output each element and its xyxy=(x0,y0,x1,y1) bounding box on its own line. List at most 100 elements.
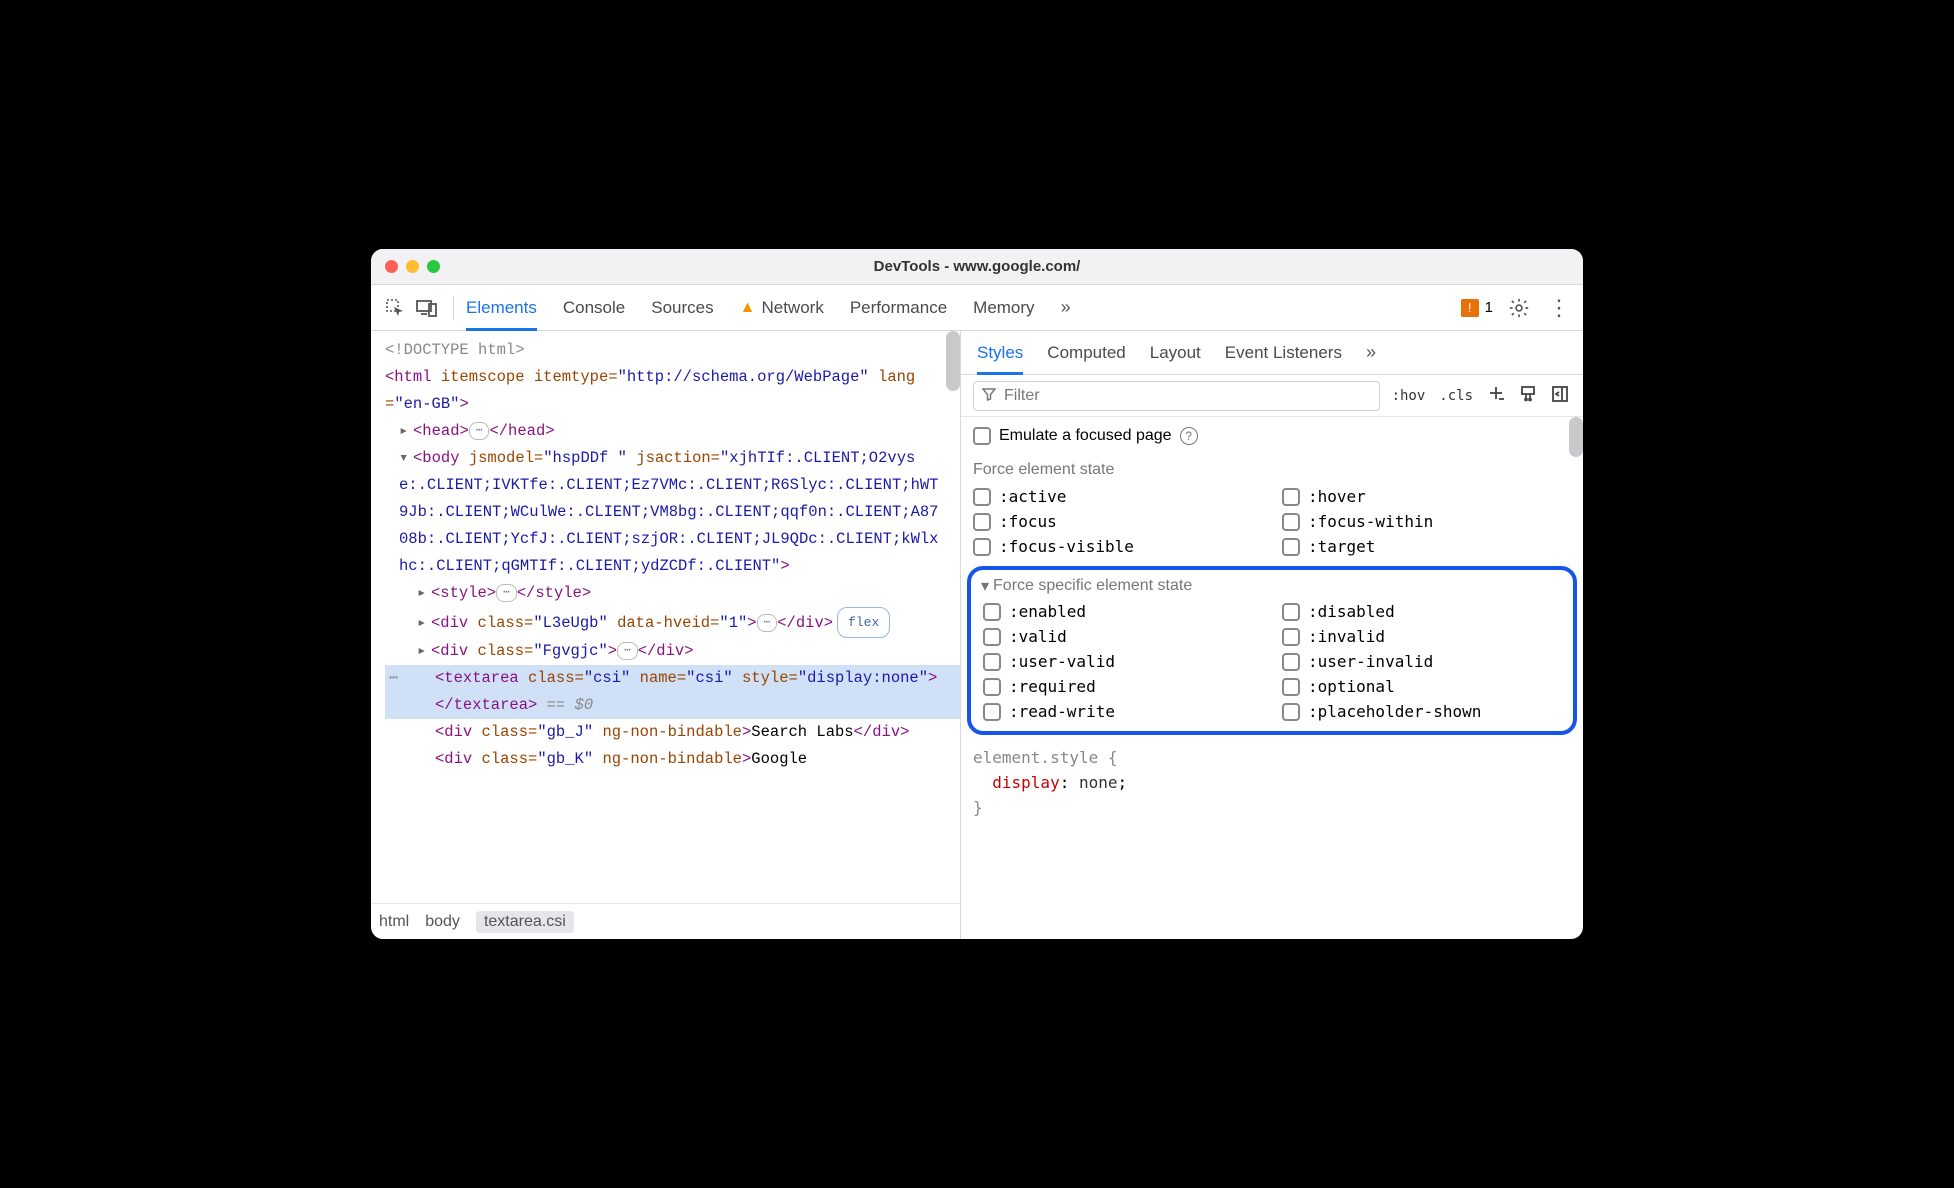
ellipsis-icon[interactable]: ⋯ xyxy=(469,422,490,440)
breadcrumb-item-active[interactable]: textarea.csi xyxy=(476,911,574,933)
main-tabs: Elements Console Sources ▲Network Perfor… xyxy=(466,285,1457,330)
window-title: DevTools - www.google.com/ xyxy=(371,258,1583,275)
selected-element-row[interactable]: ⋯ <textarea class="csi" name="csi" style… xyxy=(385,665,960,719)
emulate-focused-page-row: Emulate a focused page ? xyxy=(961,417,1583,451)
state-target: :target xyxy=(1282,537,1571,556)
element-style-rule[interactable]: element.style { display: none; } xyxy=(961,741,1583,824)
issues-badge[interactable]: ! 1 xyxy=(1461,299,1493,317)
styles-pane: Styles Computed Layout Event Listeners »… xyxy=(961,331,1583,939)
checkbox[interactable] xyxy=(983,653,1001,671)
filter-input[interactable]: Filter xyxy=(973,381,1380,411)
checkbox[interactable] xyxy=(973,513,991,531)
force-element-state-label: Force element state xyxy=(961,451,1583,483)
checkbox[interactable] xyxy=(1282,653,1300,671)
breadcrumb-item[interactable]: html xyxy=(379,913,409,931)
checkbox[interactable] xyxy=(973,538,991,556)
tab-performance[interactable]: Performance xyxy=(850,285,947,330)
ellipsis-icon[interactable]: ⋯ xyxy=(757,614,778,632)
tab-sources[interactable]: Sources xyxy=(651,285,713,330)
state-focus-within: :focus-within xyxy=(1282,512,1571,531)
hov-toggle[interactable]: :hov xyxy=(1390,386,1428,406)
checkbox[interactable] xyxy=(1282,678,1300,696)
doctype[interactable]: <!DOCTYPE html> xyxy=(385,337,960,364)
body-element[interactable]: ▾<body jsmodel="hspDDf " jsaction="xjhTI… xyxy=(385,445,960,580)
minimize-window-button[interactable] xyxy=(406,260,419,273)
breadcrumb-item[interactable]: body xyxy=(425,913,460,931)
style-element[interactable]: ▸<style>⋯</style> xyxy=(385,580,960,607)
tab-network[interactable]: ▲Network xyxy=(740,285,824,330)
help-icon[interactable]: ? xyxy=(1180,427,1198,445)
more-tabs[interactable]: » xyxy=(1061,297,1071,318)
expand-arrow-icon[interactable]: ▸ xyxy=(417,580,429,607)
cls-toggle[interactable]: .cls xyxy=(1437,386,1475,406)
new-style-rule-icon[interactable] xyxy=(1485,382,1507,410)
ellipsis-icon[interactable]: ⋯ xyxy=(617,642,638,660)
div-fgvgjc[interactable]: ▸<div class="Fgvgjc">⋯</div> xyxy=(385,638,960,665)
close-window-button[interactable] xyxy=(385,260,398,273)
toolbar-right: ! 1 ⋮ xyxy=(1461,294,1573,322)
devtools-window: DevTools - www.google.com/ Elements Cons… xyxy=(371,249,1583,939)
checkbox[interactable] xyxy=(1282,538,1300,556)
dom-tree[interactable]: <!DOCTYPE html> <html itemscope itemtype… xyxy=(371,331,960,903)
titlebar: DevTools - www.google.com/ xyxy=(371,249,1583,285)
issues-count: 1 xyxy=(1485,299,1493,316)
state-invalid: :invalid xyxy=(1282,627,1561,646)
row-actions-icon[interactable]: ⋯ xyxy=(385,665,398,692)
scrollbar[interactable] xyxy=(946,331,960,391)
expand-arrow-icon[interactable]: ▸ xyxy=(399,418,411,445)
state-read-write: :read-write xyxy=(983,702,1262,721)
force-specific-state-label[interactable]: ▾Force specific element state xyxy=(977,576,1567,600)
flex-badge[interactable]: flex xyxy=(837,607,890,638)
more-side-tabs[interactable]: » xyxy=(1366,342,1376,363)
ellipsis-icon[interactable]: ⋯ xyxy=(496,584,517,602)
settings-icon[interactable] xyxy=(1505,294,1533,322)
html-element[interactable]: <html itemscope itemtype="http://schema.… xyxy=(385,364,960,418)
div-gb-j[interactable]: <div class="gb_J" ng-non-bindable>Search… xyxy=(385,719,960,746)
tab-console[interactable]: Console xyxy=(563,285,625,330)
state-optional: :optional xyxy=(1282,677,1561,696)
checkbox[interactable] xyxy=(983,628,1001,646)
tab-elements[interactable]: Elements xyxy=(466,285,537,330)
side-tab-event-listeners[interactable]: Event Listeners xyxy=(1225,331,1342,374)
state-active: :active xyxy=(973,487,1262,506)
side-tab-styles[interactable]: Styles xyxy=(977,331,1023,374)
div-gb-k[interactable]: <div class="gb_K" ng-non-bindable>Google xyxy=(385,746,960,773)
tab-memory[interactable]: Memory xyxy=(973,285,1034,330)
collapse-arrow-icon: ▾ xyxy=(981,576,989,596)
expand-arrow-icon[interactable]: ▸ xyxy=(417,638,429,665)
styles-body: Emulate a focused page ? Force element s… xyxy=(961,417,1583,939)
expand-arrow-icon[interactable]: ▸ xyxy=(417,610,429,637)
checkbox[interactable] xyxy=(983,603,1001,621)
emulate-focused-page-checkbox[interactable] xyxy=(973,427,991,445)
kebab-menu-icon[interactable]: ⋮ xyxy=(1545,294,1573,322)
checkbox[interactable] xyxy=(983,703,1001,721)
collapse-arrow-icon[interactable]: ▾ xyxy=(399,445,411,472)
checkbox[interactable] xyxy=(1282,603,1300,621)
state-enabled: :enabled xyxy=(983,602,1262,621)
maximize-window-button[interactable] xyxy=(427,260,440,273)
computed-sidebar-toggle-icon[interactable] xyxy=(1549,383,1571,409)
checkbox[interactable] xyxy=(983,678,1001,696)
checkbox[interactable] xyxy=(1282,513,1300,531)
state-focus: :focus xyxy=(973,512,1262,531)
force-state-grid: :active :hover :focus :focus-within :foc… xyxy=(961,483,1583,564)
warning-icon: ▲ xyxy=(740,299,756,317)
side-tabs: Styles Computed Layout Event Listeners » xyxy=(961,331,1583,375)
device-toolbar-icon[interactable] xyxy=(413,294,441,322)
checkbox[interactable] xyxy=(1282,628,1300,646)
state-focus-visible: :focus-visible xyxy=(973,537,1262,556)
rendering-emulations-icon[interactable] xyxy=(1517,383,1539,409)
inspect-element-icon[interactable] xyxy=(381,294,409,322)
head-element[interactable]: ▸<head>⋯</head> xyxy=(385,418,960,445)
emulate-focused-page-label: Emulate a focused page xyxy=(999,427,1172,445)
filter-icon xyxy=(982,387,996,404)
traffic-lights xyxy=(371,260,440,273)
side-tab-computed[interactable]: Computed xyxy=(1047,331,1125,374)
scrollbar[interactable] xyxy=(1569,417,1583,457)
checkbox[interactable] xyxy=(1282,703,1300,721)
checkbox[interactable] xyxy=(1282,488,1300,506)
div-l3eugb[interactable]: ▸<div class="L3eUgb" data-hveid="1">⋯</d… xyxy=(385,607,960,638)
state-valid: :valid xyxy=(983,627,1262,646)
side-tab-layout[interactable]: Layout xyxy=(1150,331,1201,374)
checkbox[interactable] xyxy=(973,488,991,506)
